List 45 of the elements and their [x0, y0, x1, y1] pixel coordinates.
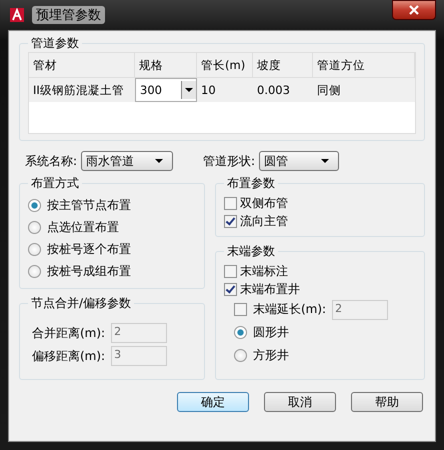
option-label: 末端标注	[240, 262, 288, 280]
dialog-button[interactable]: 取消	[264, 392, 336, 412]
column-header: 管长(m)	[197, 53, 253, 77]
spec-dropdown[interactable]: 300	[135, 78, 197, 102]
group-title: 管道参数	[30, 35, 80, 52]
radio-button[interactable]	[28, 264, 41, 278]
radio-button[interactable]	[28, 198, 41, 212]
option-label: 点选位置布置	[47, 218, 119, 236]
field-label: 系统名称:	[25, 152, 78, 170]
field-label: 偏移距离(m):	[32, 348, 106, 364]
option-label: 流向主管	[240, 212, 288, 230]
option-label: 双侧布管	[240, 194, 288, 212]
group-title: 布置参数	[226, 175, 276, 192]
checkbox[interactable]	[224, 214, 237, 228]
checkbox[interactable]	[224, 264, 237, 278]
app-logo-icon	[10, 8, 24, 22]
field-label: 管道形状:	[203, 152, 256, 170]
radio-button[interactable]	[234, 349, 247, 362]
checkbox[interactable]	[224, 196, 237, 210]
close-button[interactable]	[392, 0, 436, 20]
pipe-shape-dropdown[interactable]: 圆管	[259, 151, 340, 171]
column-header: 坡度	[253, 53, 313, 77]
radio-button[interactable]	[234, 326, 247, 339]
column-header: 管道方位	[313, 53, 415, 77]
option-label: 方形井	[253, 347, 289, 364]
option-label: 按桩号逐个布置	[47, 240, 131, 258]
option-label: 圆形井	[253, 324, 289, 341]
option-label: 末端布置井	[240, 280, 300, 298]
option-label: 末端延长(m):	[253, 301, 326, 318]
checkbox[interactable]	[224, 282, 237, 296]
column-header: 规格	[135, 53, 197, 77]
option-label: 按桩号成组布置	[47, 262, 131, 280]
system-name-dropdown[interactable]: 雨水管道	[81, 151, 174, 171]
field-label: 合并距离(m):	[32, 324, 106, 342]
dialog-button[interactable]: 帮助	[351, 392, 423, 412]
group-title: 末端参数	[226, 243, 276, 260]
column-header: 管材	[29, 53, 135, 77]
close-icon	[409, 5, 419, 15]
group-title: 布置方式	[30, 175, 80, 192]
dialog-button[interactable]: 确定	[177, 392, 249, 412]
group-title: 节点合并/偏移参数	[30, 295, 132, 312]
option-label: 按主管节点布置	[47, 196, 131, 214]
radio-button[interactable]	[28, 242, 41, 256]
radio-button[interactable]	[28, 220, 41, 234]
window-title: 预埋管参数	[32, 6, 105, 24]
